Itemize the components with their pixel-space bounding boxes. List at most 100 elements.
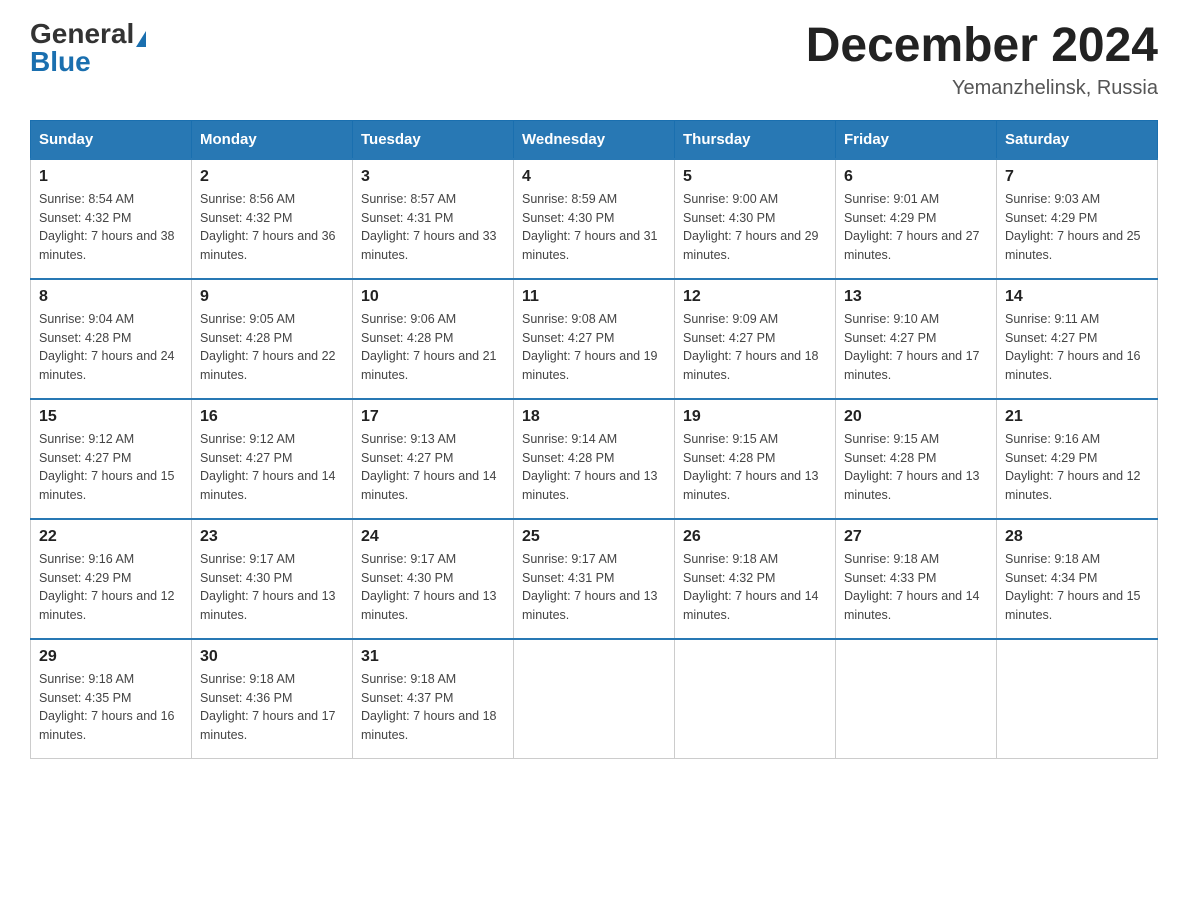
calendar-cell: 27 Sunrise: 9:18 AMSunset: 4:33 PMDayligh… <box>836 519 997 639</box>
calendar-cell: 29 Sunrise: 9:18 AMSunset: 4:35 PMDayligh… <box>31 639 192 759</box>
calendar-cell: 13 Sunrise: 9:10 AMSunset: 4:27 PMDayligh… <box>836 279 997 399</box>
day-number: 27 <box>844 528 988 546</box>
calendar-cell <box>997 639 1158 759</box>
day-number: 11 <box>522 288 666 306</box>
day-number: 12 <box>683 288 827 306</box>
day-number: 2 <box>200 168 344 186</box>
day-number: 23 <box>200 528 344 546</box>
calendar-cell: 19Sunrise: 9:15 AMSunset: 4:28 PMDayligh… <box>675 399 836 519</box>
header-day-saturday: Saturday <box>997 120 1158 159</box>
day-info: Sunrise: 9:17 AMSunset: 4:30 PMDaylight:… <box>200 550 344 625</box>
day-number: 10 <box>361 288 505 306</box>
calendar-cell: 15Sunrise: 9:12 AMSunset: 4:27 PMDayligh… <box>31 399 192 519</box>
header-day-wednesday: Wednesday <box>514 120 675 159</box>
location-label: Yemanzhelinsk, Russia <box>806 77 1158 100</box>
logo-blue: Blue <box>30 46 91 77</box>
calendar-cell: 12 Sunrise: 9:09 AMSunset: 4:27 PMDayligh… <box>675 279 836 399</box>
calendar-cell: 14Sunrise: 9:11 AMSunset: 4:27 PMDayligh… <box>997 279 1158 399</box>
day-number: 28 <box>1005 528 1149 546</box>
calendar-cell: 11 Sunrise: 9:08 AMSunset: 4:27 PMDayligh… <box>514 279 675 399</box>
calendar-cell: 7Sunrise: 9:03 AMSunset: 4:29 PMDaylight… <box>997 159 1158 279</box>
day-info: Sunrise: 9:12 AMSunset: 4:27 PMDaylight:… <box>39 430 183 505</box>
calendar-cell <box>836 639 997 759</box>
day-info: Sunrise: 9:12 AMSunset: 4:27 PMDaylight:… <box>200 430 344 505</box>
day-info: Sunrise: 8:56 AMSunset: 4:32 PMDaylight:… <box>200 190 344 265</box>
day-info: Sunrise: 9:05 AMSunset: 4:28 PMDaylight:… <box>200 310 344 385</box>
day-info: Sunrise: 9:06 AMSunset: 4:28 PMDaylight:… <box>361 310 505 385</box>
calendar-cell <box>675 639 836 759</box>
logo-general: General <box>30 18 134 49</box>
week-row-2: 8 Sunrise: 9:04 AMSunset: 4:28 PMDaylight… <box>31 279 1158 399</box>
day-number: 20 <box>844 408 988 426</box>
header-day-tuesday: Tuesday <box>353 120 514 159</box>
day-info: Sunrise: 9:16 AMSunset: 4:29 PMDaylight:… <box>1005 430 1149 505</box>
day-info: Sunrise: 9:18 AMSunset: 4:36 PMDaylight:… <box>200 670 344 745</box>
day-number: 29 <box>39 648 183 666</box>
day-number: 18 <box>522 408 666 426</box>
day-info: Sunrise: 9:18 AMSunset: 4:35 PMDaylight:… <box>39 670 183 745</box>
day-info: Sunrise: 9:04 AMSunset: 4:28 PMDaylight:… <box>39 310 183 385</box>
calendar-cell: 2 Sunrise: 8:56 AMSunset: 4:32 PMDaylight… <box>192 159 353 279</box>
day-info: Sunrise: 8:54 AMSunset: 4:32 PMDaylight:… <box>39 190 183 265</box>
day-info: Sunrise: 9:00 AMSunset: 4:30 PMDaylight:… <box>683 190 827 265</box>
day-info: Sunrise: 9:10 AMSunset: 4:27 PMDaylight:… <box>844 310 988 385</box>
header-day-monday: Monday <box>192 120 353 159</box>
week-row-4: 22 Sunrise: 9:16 AMSunset: 4:29 PMDayligh… <box>31 519 1158 639</box>
calendar-cell: 1 Sunrise: 8:54 AMSunset: 4:32 PMDaylight… <box>31 159 192 279</box>
page-header: General Blue December 2024 Yemanzhelinsk… <box>30 20 1158 100</box>
day-number: 26 <box>683 528 827 546</box>
day-info: Sunrise: 9:16 AMSunset: 4:29 PMDaylight:… <box>39 550 183 625</box>
header-day-sunday: Sunday <box>31 120 192 159</box>
calendar-cell: 3Sunrise: 8:57 AMSunset: 4:31 PMDaylight… <box>353 159 514 279</box>
calendar-cell: 20Sunrise: 9:15 AMSunset: 4:28 PMDayligh… <box>836 399 997 519</box>
calendar-cell: 16 Sunrise: 9:12 AMSunset: 4:27 PMDayligh… <box>192 399 353 519</box>
calendar-cell: 4 Sunrise: 8:59 AMSunset: 4:30 PMDaylight… <box>514 159 675 279</box>
day-info: Sunrise: 9:17 AMSunset: 4:31 PMDaylight:… <box>522 550 666 625</box>
week-row-5: 29 Sunrise: 9:18 AMSunset: 4:35 PMDayligh… <box>31 639 1158 759</box>
day-info: Sunrise: 9:18 AMSunset: 4:32 PMDaylight:… <box>683 550 827 625</box>
calendar-cell: 23 Sunrise: 9:17 AMSunset: 4:30 PMDayligh… <box>192 519 353 639</box>
day-number: 22 <box>39 528 183 546</box>
day-number: 7 <box>1005 168 1149 186</box>
calendar-cell: 6Sunrise: 9:01 AMSunset: 4:29 PMDaylight… <box>836 159 997 279</box>
week-row-3: 15Sunrise: 9:12 AMSunset: 4:27 PMDayligh… <box>31 399 1158 519</box>
calendar-cell: 28 Sunrise: 9:18 AMSunset: 4:34 PMDayligh… <box>997 519 1158 639</box>
day-info: Sunrise: 8:59 AMSunset: 4:30 PMDaylight:… <box>522 190 666 265</box>
calendar-cell: 22 Sunrise: 9:16 AMSunset: 4:29 PMDayligh… <box>31 519 192 639</box>
calendar-cell: 21 Sunrise: 9:16 AMSunset: 4:29 PMDayligh… <box>997 399 1158 519</box>
day-info: Sunrise: 9:18 AMSunset: 4:33 PMDaylight:… <box>844 550 988 625</box>
calendar-header-row: SundayMondayTuesdayWednesdayThursdayFrid… <box>31 120 1158 159</box>
day-number: 16 <box>200 408 344 426</box>
day-info: Sunrise: 9:18 AMSunset: 4:34 PMDaylight:… <box>1005 550 1149 625</box>
calendar-cell: 8 Sunrise: 9:04 AMSunset: 4:28 PMDaylight… <box>31 279 192 399</box>
calendar-cell: 25 Sunrise: 9:17 AMSunset: 4:31 PMDayligh… <box>514 519 675 639</box>
header-day-thursday: Thursday <box>675 120 836 159</box>
day-number: 14 <box>1005 288 1149 306</box>
calendar-cell: 9 Sunrise: 9:05 AMSunset: 4:28 PMDaylight… <box>192 279 353 399</box>
day-number: 5 <box>683 168 827 186</box>
month-title: December 2024 <box>806 20 1158 73</box>
day-number: 21 <box>1005 408 1149 426</box>
calendar-cell: 17Sunrise: 9:13 AMSunset: 4:27 PMDayligh… <box>353 399 514 519</box>
title-block: December 2024 Yemanzhelinsk, Russia <box>806 20 1158 100</box>
week-row-1: 1 Sunrise: 8:54 AMSunset: 4:32 PMDaylight… <box>31 159 1158 279</box>
calendar-cell: 24Sunrise: 9:17 AMSunset: 4:30 PMDayligh… <box>353 519 514 639</box>
day-number: 31 <box>361 648 505 666</box>
day-number: 24 <box>361 528 505 546</box>
day-number: 13 <box>844 288 988 306</box>
day-info: Sunrise: 9:08 AMSunset: 4:27 PMDaylight:… <box>522 310 666 385</box>
day-number: 4 <box>522 168 666 186</box>
calendar-table: SundayMondayTuesdayWednesdayThursdayFrid… <box>30 120 1158 760</box>
day-number: 8 <box>39 288 183 306</box>
day-number: 1 <box>39 168 183 186</box>
day-number: 6 <box>844 168 988 186</box>
day-number: 9 <box>200 288 344 306</box>
calendar-body: 1 Sunrise: 8:54 AMSunset: 4:32 PMDaylight… <box>31 159 1158 759</box>
logo-triangle-icon <box>136 31 146 47</box>
day-number: 25 <box>522 528 666 546</box>
header-day-friday: Friday <box>836 120 997 159</box>
calendar-cell: 18Sunrise: 9:14 AMSunset: 4:28 PMDayligh… <box>514 399 675 519</box>
day-info: Sunrise: 9:13 AMSunset: 4:27 PMDaylight:… <box>361 430 505 505</box>
day-info: Sunrise: 9:09 AMSunset: 4:27 PMDaylight:… <box>683 310 827 385</box>
day-number: 19 <box>683 408 827 426</box>
